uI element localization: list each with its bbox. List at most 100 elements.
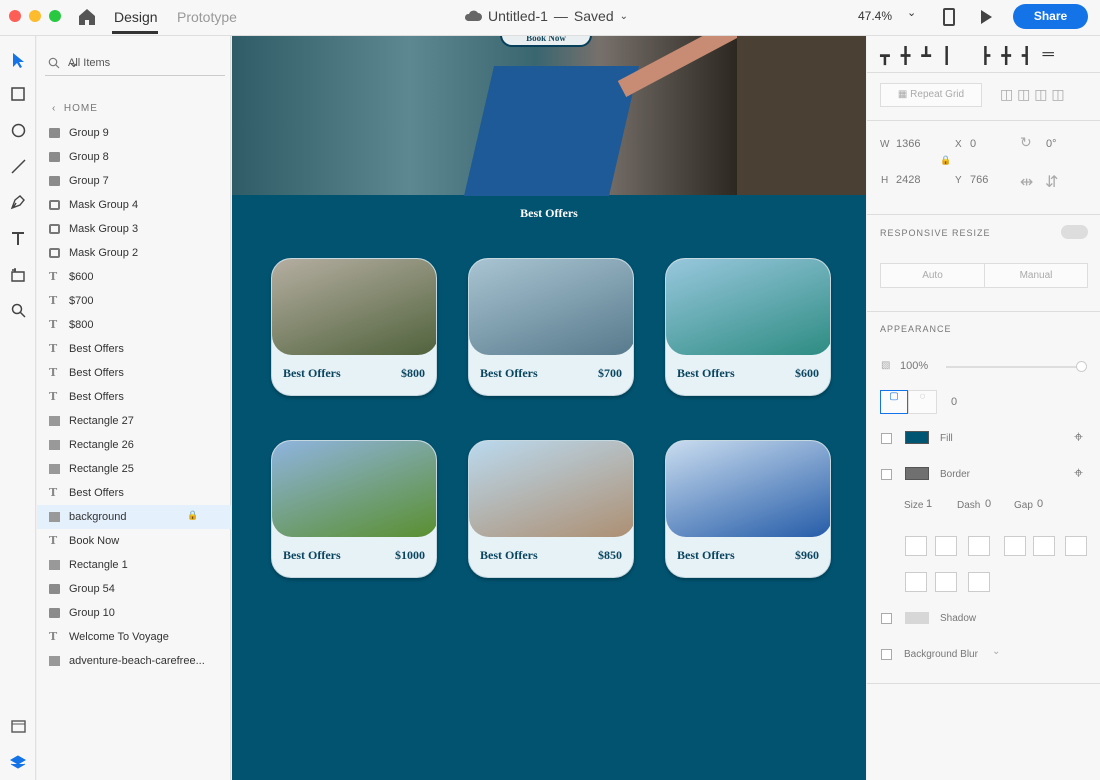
hero-image[interactable]: Book Now: [232, 36, 866, 196]
align-top-icon[interactable]: ┳: [880, 46, 890, 66]
rectangle-tool-icon[interactable]: [6, 82, 30, 106]
layer-row[interactable]: Rectangle 26: [37, 433, 231, 457]
join-round-button[interactable]: [1033, 536, 1055, 556]
design-canvas[interactable]: Book Now Best Offers Best Offers $800 Best…: [232, 36, 866, 780]
shadow-checkbox[interactable]: [881, 613, 892, 624]
layer-filter[interactable]: All Items ⌄: [45, 52, 225, 76]
selected-layer-row[interactable]: background 🔒: [37, 505, 231, 529]
flip-vertical-icon[interactable]: ⇵: [1045, 172, 1058, 192]
select-tool-icon[interactable]: [6, 48, 30, 72]
auto-button[interactable]: Auto: [880, 263, 985, 288]
opacity-slider[interactable]: [946, 366, 1081, 368]
align-left-icon[interactable]: ┣: [981, 46, 991, 66]
width-field[interactable]: 1366: [896, 138, 920, 150]
align-middle-icon[interactable]: ╋: [901, 46, 911, 66]
book-now-button[interactable]: Book Now: [500, 36, 592, 47]
document-title[interactable]: Untitled-1 — Saved ⌄: [464, 8, 628, 24]
layer-row[interactable]: T Welcome To Voyage: [37, 625, 231, 649]
layer-row[interactable]: Group 8: [37, 145, 231, 169]
zoom-tool-icon[interactable]: [6, 298, 30, 322]
mobile-preview-icon[interactable]: [943, 8, 955, 26]
offer-card[interactable]: Best Offers $600: [665, 258, 831, 396]
shadow-swatch[interactable]: [905, 612, 929, 624]
join-miter-button[interactable]: [1004, 536, 1026, 556]
layer-row[interactable]: Rectangle 1: [37, 553, 231, 577]
border-color-swatch[interactable]: [905, 467, 929, 480]
boolean-operation-icons[interactable]: ◫ ◫ ◫ ◫: [1000, 86, 1065, 103]
text-tool-icon[interactable]: [6, 226, 30, 250]
align-bottom-icon[interactable]: ┻: [921, 46, 931, 66]
play-icon[interactable]: [979, 9, 993, 25]
align-center-icon[interactable]: ╋: [1001, 46, 1011, 66]
tab-design[interactable]: Design: [114, 9, 158, 25]
ellipse-tool-icon[interactable]: [6, 118, 30, 142]
x-field[interactable]: 0: [970, 138, 976, 150]
offer-card[interactable]: Best Offers $850: [468, 440, 634, 578]
offer-card[interactable]: Best Offers $700: [468, 258, 634, 396]
align-right-icon[interactable]: ┫: [1022, 46, 1032, 66]
zoom-window-icon[interactable]: [49, 10, 61, 22]
eyedropper-icon[interactable]: ⌖: [1074, 429, 1083, 447]
border-center-button[interactable]: [935, 536, 957, 556]
layer-row[interactable]: T $800: [37, 313, 231, 337]
lock-icon[interactable]: 🔒: [187, 510, 198, 521]
border-dash-field[interactable]: 0: [985, 498, 991, 510]
layer-row[interactable]: T $600: [37, 265, 231, 289]
minimize-window-icon[interactable]: [29, 10, 41, 22]
best-offers-heading[interactable]: Best Offers: [232, 206, 866, 221]
height-field[interactable]: 2428: [896, 174, 920, 186]
zoom-level[interactable]: 47.4%: [858, 9, 892, 23]
background-blur-checkbox[interactable]: [881, 649, 892, 660]
manual-button[interactable]: Manual: [984, 263, 1088, 288]
individual-corner-button[interactable]: ◌: [908, 390, 937, 414]
layer-row[interactable]: Group 7: [37, 169, 231, 193]
uniform-corner-button[interactable]: ▢: [880, 390, 908, 414]
close-window-icon[interactable]: [9, 10, 21, 22]
chevron-down-icon[interactable]: ⌄: [992, 646, 1000, 657]
border-checkbox[interactable]: [881, 469, 892, 480]
layers-home-link[interactable]: ‹ HOME: [52, 103, 98, 114]
offer-card[interactable]: Best Offers $800: [271, 258, 437, 396]
opacity-value[interactable]: 100%: [900, 360, 928, 372]
offer-card[interactable]: Best Offers $960: [665, 440, 831, 578]
layer-row[interactable]: T Best Offers: [37, 361, 231, 385]
share-button[interactable]: Share: [1013, 4, 1088, 29]
fill-checkbox[interactable]: [881, 433, 892, 444]
layer-row[interactable]: T Best Offers: [37, 337, 231, 361]
cap-square-button[interactable]: [968, 572, 990, 592]
layer-row[interactable]: Rectangle 25: [37, 457, 231, 481]
pen-tool-icon[interactable]: [6, 190, 30, 214]
flip-horizontal-icon[interactable]: ⇹: [1020, 172, 1033, 192]
layer-row[interactable]: Mask Group 3: [37, 217, 231, 241]
rotation-field[interactable]: 0°: [1046, 138, 1057, 150]
join-bevel-button[interactable]: [1065, 536, 1087, 556]
opacity-slider-handle[interactable]: [1076, 361, 1087, 372]
layer-row[interactable]: Mask Group 2: [37, 241, 231, 265]
layer-row[interactable]: T $700: [37, 289, 231, 313]
zoom-dropdown-icon[interactable]: ⌄: [907, 6, 916, 19]
tab-prototype[interactable]: Prototype: [177, 9, 237, 25]
layer-row[interactable]: T Best Offers: [37, 481, 231, 505]
layers-panel-icon[interactable]: [6, 750, 30, 774]
assets-panel-icon[interactable]: [6, 714, 30, 738]
offer-card[interactable]: Best Offers $1000: [271, 440, 437, 578]
eyedropper-icon[interactable]: ⌖: [1074, 465, 1083, 483]
y-field[interactable]: 766: [970, 174, 988, 186]
layer-row[interactable]: Group 9: [37, 121, 231, 145]
cap-butt-button[interactable]: [905, 572, 927, 592]
layer-row[interactable]: Mask Group 4: [37, 193, 231, 217]
layer-row[interactable]: Group 54: [37, 577, 231, 601]
border-outside-button[interactable]: [968, 536, 990, 556]
home-icon[interactable]: [77, 7, 97, 27]
border-gap-field[interactable]: 0: [1037, 498, 1043, 510]
layer-row[interactable]: T Best Offers: [37, 385, 231, 409]
distribute-vertical-icon[interactable]: ┃: [942, 46, 952, 66]
layer-row[interactable]: Group 10: [37, 601, 231, 625]
repeat-grid-button[interactable]: ▦ Repeat Grid: [880, 83, 982, 107]
line-tool-icon[interactable]: [6, 154, 30, 178]
responsive-resize-toggle[interactable]: [1061, 225, 1088, 239]
distribute-horizontal-icon[interactable]: ═: [1042, 46, 1053, 66]
border-size-field[interactable]: 1: [926, 498, 932, 510]
border-inside-button[interactable]: [905, 536, 927, 556]
artboard-tool-icon[interactable]: [6, 262, 30, 286]
